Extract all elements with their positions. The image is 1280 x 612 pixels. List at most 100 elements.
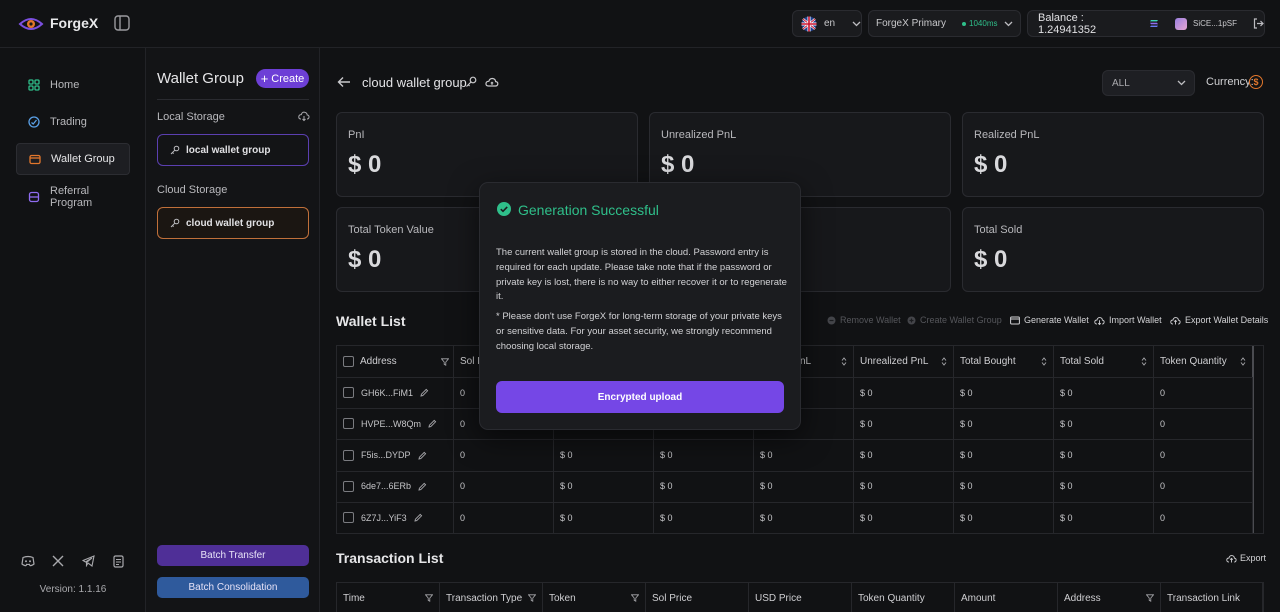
- edit-icon[interactable]: [418, 482, 427, 491]
- stat-label: Total Sold: [974, 224, 1023, 236]
- back-arrow-icon[interactable]: [337, 76, 351, 88]
- sort-icon[interactable]: [1141, 357, 1147, 366]
- trading-icon: [28, 116, 40, 128]
- cloud-download-icon[interactable]: [298, 110, 310, 122]
- node-select[interactable]: ForgeX Primary 1040ms: [868, 10, 1021, 37]
- sort-icon[interactable]: [941, 357, 947, 366]
- sidebar-item-trading[interactable]: Trading: [16, 106, 130, 138]
- table-cell: $ 0: [754, 439, 854, 471]
- wallet-address-cell[interactable]: 6de7...6ERb: [337, 470, 454, 502]
- filter-select[interactable]: ALL: [1102, 70, 1195, 96]
- column-header-total-sold[interactable]: Total Sold: [1054, 346, 1154, 377]
- stat-card-realized-pnl: Realized PnL $ 0: [962, 112, 1264, 197]
- table-cell: $ 0: [854, 502, 954, 534]
- export-wallet-details-label: Export Wallet Details: [1185, 315, 1269, 325]
- wallet-address-cell[interactable]: GH6K...FiM1: [337, 377, 454, 408]
- table-cell: $ 0: [954, 470, 1054, 502]
- remove-wallet-button[interactable]: Remove Wallet: [827, 315, 901, 325]
- sort-icon[interactable]: [1240, 357, 1246, 366]
- row-checkbox[interactable]: [343, 418, 354, 430]
- filter-icon[interactable]: [631, 594, 639, 602]
- panel-divider: [157, 99, 309, 100]
- table-cell: 0: [1154, 439, 1253, 471]
- tx-column-header[interactable]: Amount: [955, 583, 1058, 612]
- row-checkbox[interactable]: [343, 449, 354, 461]
- tx-column-header[interactable]: Address: [1058, 583, 1161, 612]
- import-wallet-button[interactable]: Import Wallet: [1094, 315, 1162, 325]
- select-all-checkbox[interactable]: [343, 356, 354, 367]
- table-cell: 0: [454, 439, 554, 471]
- create-wallet-group-label: Create Wallet Group: [920, 315, 1002, 325]
- create-group-button[interactable]: + Create: [256, 69, 309, 88]
- filter-icon[interactable]: [1146, 594, 1154, 602]
- tx-column-header[interactable]: Sol Price: [646, 583, 749, 612]
- tx-column-header[interactable]: Transaction Type: [440, 583, 543, 612]
- tx-column-header[interactable]: USD Price: [749, 583, 852, 612]
- key-icon[interactable]: [465, 76, 477, 88]
- sort-icon[interactable]: [841, 357, 847, 366]
- table-cell: $ 0: [854, 408, 954, 440]
- row-checkbox[interactable]: [343, 480, 354, 492]
- edit-icon[interactable]: [417, 451, 427, 460]
- row-checkbox[interactable]: [343, 387, 354, 398]
- generate-wallet-label: Generate Wallet: [1024, 315, 1089, 325]
- cloud-storage-label: Cloud Storage: [157, 184, 228, 196]
- export-transactions-button[interactable]: Export: [1226, 553, 1266, 563]
- column-label: Transaction Link: [1167, 592, 1240, 604]
- wallet-address[interactable]: SiCE...1pSF: [1193, 19, 1237, 28]
- sidebar-collapse-icon[interactable]: [114, 15, 130, 31]
- column-label: Token Quantity: [1160, 356, 1227, 367]
- column-header-address[interactable]: Address: [337, 346, 454, 377]
- create-label: Create: [271, 72, 305, 85]
- currency-toggle-icon[interactable]: $: [1249, 75, 1263, 89]
- wallet-address-cell[interactable]: 6Z7J...YiF3: [337, 502, 454, 534]
- logout-icon[interactable]: [1253, 18, 1264, 29]
- cloud-wallet-group-card[interactable]: cloud wallet group: [157, 207, 309, 239]
- generate-wallet-button[interactable]: Generate Wallet: [1010, 315, 1089, 325]
- language-select[interactable]: en: [792, 10, 862, 37]
- filter-icon[interactable]: [425, 594, 433, 602]
- batch-transfer-button[interactable]: Batch Transfer: [157, 545, 309, 566]
- generate-icon: [1010, 316, 1020, 325]
- edit-icon[interactable]: [420, 388, 429, 397]
- sidebar-item-referral[interactable]: Referral Program: [16, 181, 130, 213]
- column-label: Total Bought: [960, 356, 1016, 367]
- sidebar-item-wallet-group[interactable]: Wallet Group: [16, 143, 130, 175]
- column-header-token-quantity[interactable]: Token Quantity: [1154, 346, 1253, 377]
- sort-icon[interactable]: [1041, 357, 1047, 366]
- local-storage-label: Local Storage: [157, 111, 225, 123]
- stat-label: Realized PnL: [974, 129, 1040, 141]
- x-twitter-icon[interactable]: [47, 550, 69, 572]
- wallet-address-cell[interactable]: F5is...DYDP: [337, 439, 454, 471]
- chevron-down-icon: [1177, 80, 1186, 86]
- wallet-address-cell[interactable]: HVPE...W8Qm: [337, 408, 454, 440]
- local-wallet-group-card[interactable]: local wallet group: [157, 134, 309, 166]
- tx-column-header[interactable]: Transaction Link: [1161, 583, 1263, 612]
- edit-icon[interactable]: [414, 513, 423, 522]
- discord-icon[interactable]: [17, 550, 39, 572]
- column-header-unrealized-pnl[interactable]: Unrealized PnL: [854, 346, 954, 377]
- tx-column-header[interactable]: Token Quantity: [852, 583, 955, 612]
- row-checkbox[interactable]: [343, 512, 354, 524]
- create-wallet-group-button[interactable]: Create Wallet Group: [907, 315, 1002, 325]
- encrypted-upload-button[interactable]: Encrypted upload: [496, 381, 784, 413]
- tx-column-header[interactable]: Time: [337, 583, 440, 612]
- edit-icon[interactable]: [428, 419, 437, 428]
- docs-icon[interactable]: [107, 550, 129, 572]
- filter-icon[interactable]: [441, 357, 449, 366]
- tx-column-header[interactable]: Token: [543, 583, 646, 612]
- export-wallet-details-button[interactable]: Export Wallet Details: [1170, 315, 1268, 325]
- column-header-total-bought[interactable]: Total Bought: [954, 346, 1054, 377]
- table-cell: $ 0: [854, 470, 954, 502]
- table-cell: 0: [1154, 377, 1253, 408]
- table-cell: 0: [1154, 408, 1253, 440]
- stat-label: PnI: [348, 129, 365, 141]
- dialog-warning: * Please don't use ForgeX for long-term …: [496, 311, 782, 352]
- telegram-icon[interactable]: [77, 550, 99, 572]
- batch-consolidation-button[interactable]: Batch Consolidation: [157, 577, 309, 598]
- sidebar-item-home[interactable]: Home: [16, 69, 130, 101]
- filter-icon[interactable]: [528, 594, 536, 602]
- cloud-icon[interactable]: [485, 76, 499, 88]
- table-cell: $ 0: [854, 377, 954, 408]
- table-cell: $ 0: [954, 502, 1054, 534]
